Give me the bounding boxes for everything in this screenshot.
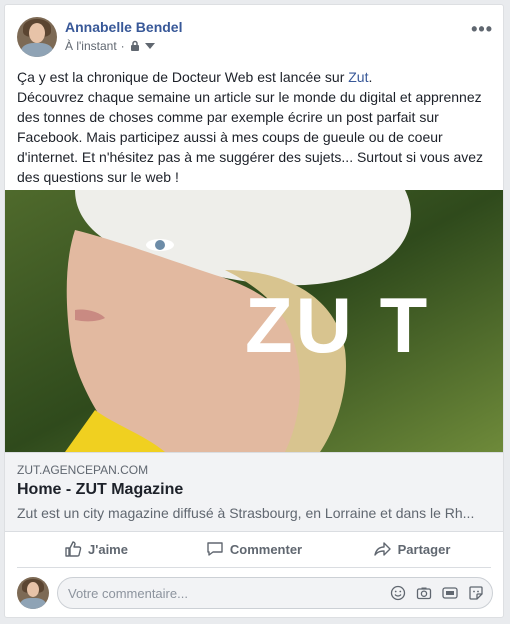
author-name[interactable]: Annabelle Bendel (65, 19, 182, 35)
action-bar: J'aime Commenter Partager (17, 531, 491, 568)
post-meta: À l'instant · (65, 39, 155, 53)
share-icon (373, 542, 391, 556)
comment-composer (17, 575, 493, 611)
link-description: Zut est un city magazine diffusé à Stras… (17, 505, 475, 521)
viewer-avatar[interactable] (17, 577, 49, 609)
image-overlay-text: ZU T (245, 281, 430, 369)
link-preview-image[interactable]: ZU T (5, 190, 503, 452)
like-icon (65, 541, 82, 557)
post-text-period: . (368, 69, 373, 85)
emoji-icon[interactable] (390, 585, 406, 601)
link-title[interactable]: Home - ZUT Magazine (17, 481, 183, 499)
author-avatar[interactable] (17, 17, 57, 57)
sticker-icon[interactable] (468, 585, 484, 601)
link-preview-meta[interactable]: ZUT.AGENCEPAN.COM Home - ZUT Magazine Zu… (5, 452, 503, 532)
camera-icon[interactable] (416, 585, 432, 601)
comment-icon (207, 542, 223, 556)
caret-down-icon[interactable] (144, 43, 155, 49)
share-label: Partager (397, 541, 451, 557)
timestamp[interactable]: À l'instant (65, 39, 117, 53)
post-text-body: Découvrez chaque semaine un article sur … (17, 89, 484, 185)
like-label: J'aime (88, 541, 128, 557)
post-header: Annabelle Bendel À l'instant · ••• (17, 17, 493, 59)
share-button[interactable]: Partager (333, 531, 491, 567)
comment-box[interactable] (57, 577, 493, 609)
post-link-zut[interactable]: Zut (348, 69, 368, 85)
separator: · (120, 39, 125, 53)
comment-label: Commenter (229, 541, 303, 557)
comment-input[interactable] (68, 578, 368, 608)
like-button[interactable]: J'aime (17, 531, 175, 567)
post-text-intro: Ça y est la chronique de Docteur Web est… (17, 69, 349, 85)
comment-tools (390, 585, 484, 601)
lock-icon[interactable] (129, 40, 141, 52)
post-card: Annabelle Bendel À l'instant · ••• Ça y … (4, 4, 504, 618)
gif-icon[interactable] (442, 585, 458, 601)
link-domain: ZUT.AGENCEPAN.COM (17, 463, 149, 477)
post-text: Ça y est la chronique de Docteur Web est… (17, 67, 495, 187)
more-options-icon[interactable]: ••• (471, 19, 493, 40)
comment-button[interactable]: Commenter (175, 531, 333, 567)
